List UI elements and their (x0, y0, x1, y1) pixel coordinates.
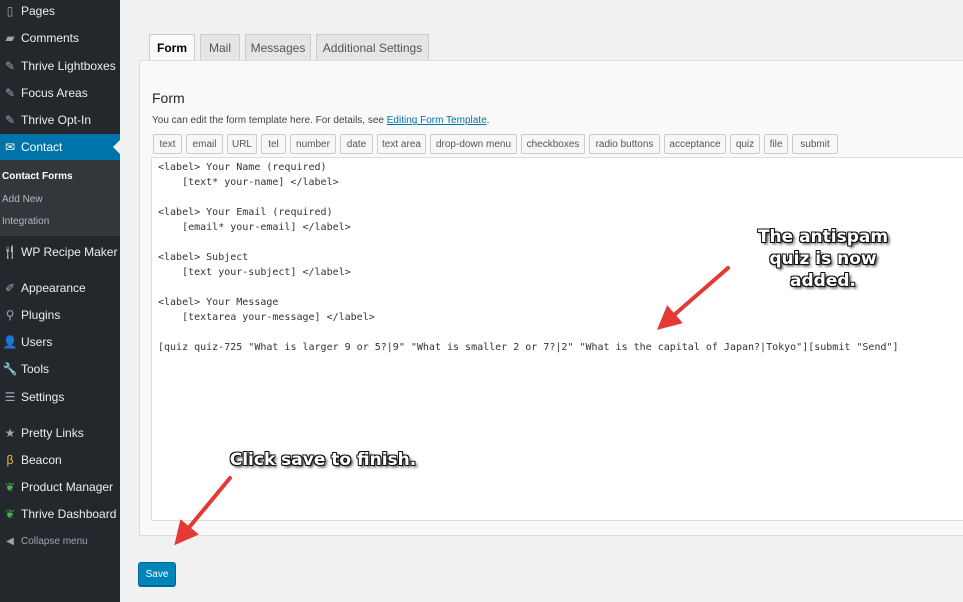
contact-submenu: Contact Forms Add New Integration (0, 160, 120, 236)
sidebar-item-pages[interactable]: ▯ Pages (0, 0, 120, 24)
sidebar-item-focus-areas[interactable]: ✎ Focus Areas (0, 80, 120, 106)
sidebar-item-label: Appearance (21, 281, 86, 295)
brush-icon: ✐ (4, 281, 16, 295)
sidebar-item-label: Thrive Opt-In (21, 113, 92, 127)
save-button[interactable]: Save (138, 562, 176, 586)
admin-sidebar: ▯ Pages ▰ Comments ✎ Thrive Lightboxes ✎… (0, 0, 120, 602)
beacon-icon: β (6, 453, 14, 467)
tab-form[interactable]: Form (149, 34, 195, 61)
sidebar-item-pretty-links[interactable]: ★ Pretty Links (0, 420, 120, 446)
code-line: <label> Subject (158, 252, 249, 263)
mail-icon: ✉ (4, 140, 16, 154)
code-line: <label> Your Message (158, 297, 279, 308)
tag-button-submit[interactable]: submit (792, 134, 838, 154)
sidebar-item-label: Pages (21, 4, 56, 18)
tag-button-drop-down-menu[interactable]: drop-down menu (430, 134, 517, 154)
code-line: [textarea your-message] </label> (158, 312, 375, 323)
submenu-item-contact-forms[interactable]: Contact Forms (2, 171, 73, 182)
annotation-line: quiz is now (769, 249, 877, 269)
sidebar-item-contact[interactable]: ✉ Contact (0, 134, 120, 160)
form-description-end: . (486, 115, 490, 126)
submenu-item-integration[interactable]: Integration (2, 216, 49, 227)
tag-button-email[interactable]: email (186, 134, 223, 154)
sidebar-item-thrive-lightboxes[interactable]: ✎ Thrive Lightboxes (0, 53, 120, 79)
sidebar-item-label: Users (21, 335, 53, 349)
code-line: [text your-subject] </label> (158, 267, 351, 278)
code-line: [email* your-email] </label> (158, 222, 351, 233)
user-icon: 👤 (2, 335, 18, 349)
sidebar-item-comments[interactable]: ▰ Comments (0, 25, 120, 51)
sidebar-item-beacon[interactable]: β Beacon (0, 447, 120, 473)
sidebar-item-thrive-opt-in[interactable]: ✎ Thrive Opt-In (0, 107, 120, 133)
sidebar-item-label: Thrive Dashboard (21, 507, 117, 521)
pages-icon: ▯ (6, 4, 14, 18)
code-line: <label> Your Email (required) (158, 207, 333, 218)
submenu-item-add-new[interactable]: Add New (2, 194, 43, 205)
collapse-menu-label: Collapse menu (21, 535, 88, 547)
form-description-text: You can edit the form template here. For… (152, 115, 387, 126)
code-line: [text* your-name] </label> (158, 177, 339, 188)
tag-button-quiz[interactable]: quiz (730, 134, 760, 154)
pin-icon: ✎ (4, 113, 16, 127)
leaf-icon: ❦ (4, 507, 16, 521)
sidebar-item-label: Settings (21, 390, 65, 404)
tag-button-url[interactable]: URL (227, 134, 257, 154)
fork-knife-icon: 🍴 (2, 245, 18, 259)
form-section-title: Form (152, 90, 185, 106)
tab-messages[interactable]: Messages (245, 34, 311, 60)
sidebar-item-label: WP Recipe Maker (21, 245, 118, 259)
plug-icon: ⚲ (5, 308, 15, 322)
sidebar-item-appearance[interactable]: ✐ Appearance (0, 275, 120, 301)
tag-button-date[interactable]: date (340, 134, 373, 154)
tag-button-number[interactable]: number (290, 134, 336, 154)
tag-button-tel[interactable]: tel (261, 134, 286, 154)
tag-button-file[interactable]: file (764, 134, 788, 154)
editing-form-template-link[interactable]: Editing Form Template (387, 115, 487, 126)
sidebar-item-settings[interactable]: ☰ Settings (0, 384, 120, 410)
sidebar-item-label: Contact (21, 140, 63, 154)
pin-icon: ✎ (4, 59, 16, 73)
code-line: <label> Your Name (required) (158, 162, 327, 173)
annotation-line: The antispam (757, 227, 889, 247)
comments-icon: ▰ (5, 31, 15, 45)
current-menu-arrow (113, 140, 120, 154)
sidebar-item-label: Thrive Lightboxes (21, 59, 116, 73)
pin-icon: ✎ (4, 86, 16, 100)
sidebar-item-label: Product Manager (21, 480, 114, 494)
quiz-shortcode-line: [quiz quiz-725 "What is larger 9 or 5?|9… (158, 342, 899, 353)
sidebar-item-label: Plugins (21, 308, 61, 322)
tag-button-text-area[interactable]: text area (377, 134, 426, 154)
annotation-click-save: Click save to finish. (229, 450, 417, 470)
annotation-line: added. (790, 271, 856, 291)
tab-mail[interactable]: Mail (200, 34, 240, 60)
sidebar-item-plugins[interactable]: ⚲ Plugins (0, 302, 120, 328)
tag-button-acceptance[interactable]: acceptance (664, 134, 726, 154)
sidebar-item-label: Tools (21, 362, 50, 376)
annotation-quiz-added: The antispam quiz is now added. (748, 226, 898, 292)
sidebar-item-tools[interactable]: 🔧 Tools (0, 356, 120, 382)
collapse-arrow-icon: ◀ (6, 535, 14, 547)
tag-button-checkboxes[interactable]: checkboxes (521, 134, 585, 154)
wrench-icon: 🔧 (2, 362, 18, 376)
tag-button-text[interactable]: text (153, 134, 182, 154)
leaf-icon: ❦ (4, 480, 16, 494)
sidebar-item-users[interactable]: 👤 Users (0, 329, 120, 355)
sidebar-item-label: Comments (21, 31, 80, 45)
sidebar-item-product-manager[interactable]: ❦ Product Manager (0, 474, 120, 500)
tab-additional-settings[interactable]: Additional Settings (316, 34, 429, 60)
sidebar-item-thrive-dashboard[interactable]: ❦ Thrive Dashboard (0, 501, 120, 527)
star-icon: ★ (4, 426, 16, 440)
tag-button-radio-buttons[interactable]: radio buttons (589, 134, 660, 154)
sliders-icon: ☰ (4, 390, 16, 404)
sidebar-item-label: Focus Areas (21, 86, 88, 100)
sidebar-item-label: Pretty Links (21, 426, 84, 440)
form-description: You can edit the form template here. For… (152, 115, 489, 126)
sidebar-item-wp-recipe-maker[interactable]: 🍴 WP Recipe Maker (0, 239, 120, 265)
sidebar-item-label: Beacon (21, 453, 62, 467)
collapse-menu-button[interactable]: ◀ Collapse menu (0, 528, 120, 554)
